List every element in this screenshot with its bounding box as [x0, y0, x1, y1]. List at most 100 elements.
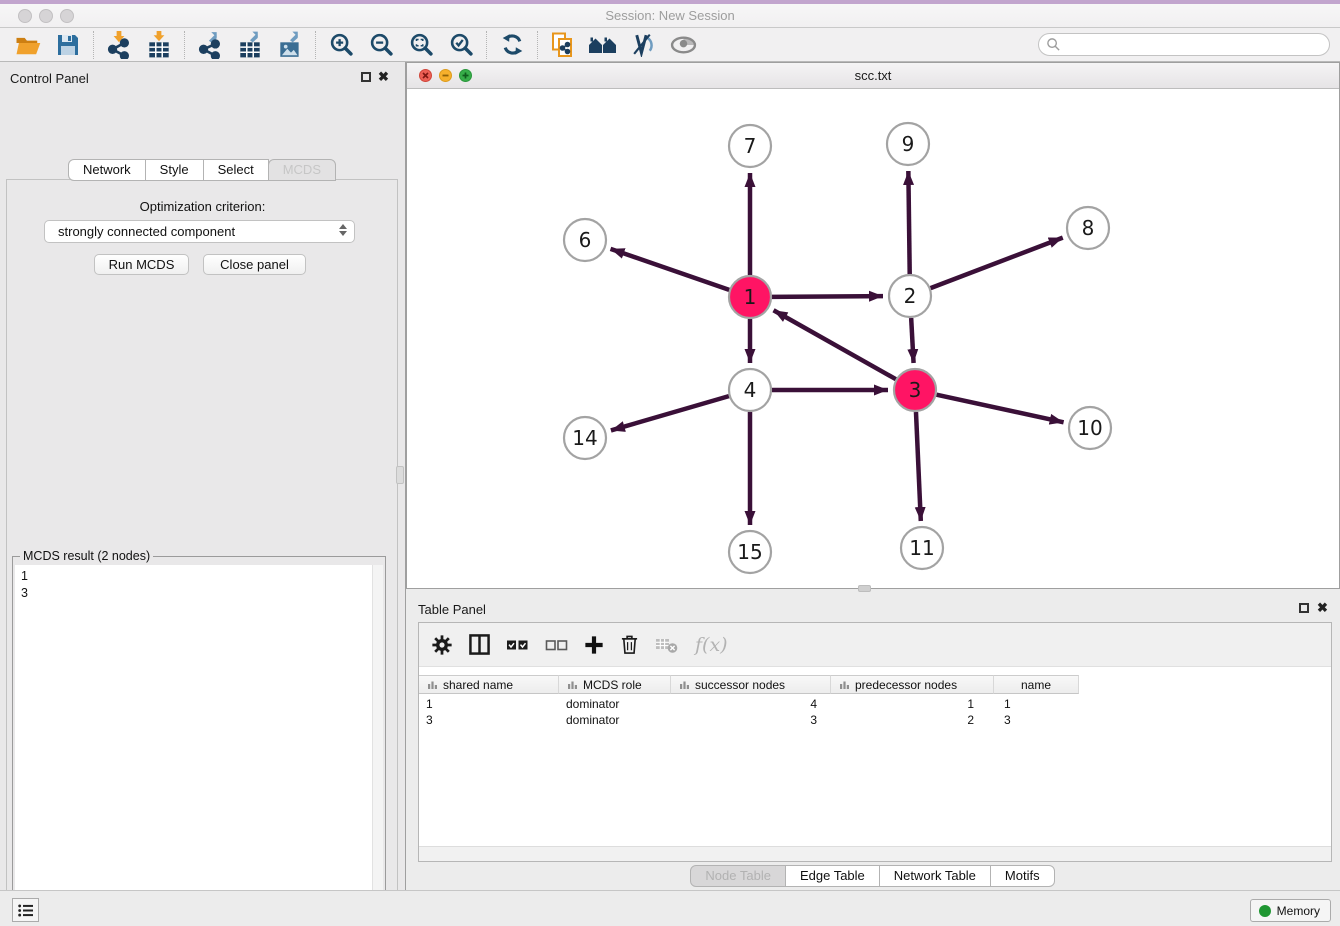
criterion-dropdown[interactable]: strongly connected component [44, 220, 355, 243]
run-mcds-button[interactable]: Run MCDS [94, 254, 189, 275]
cell-name[interactable]: 3 [994, 712, 1079, 728]
node-2[interactable]: 2 [889, 275, 931, 317]
tab-node-table[interactable]: Node Table [690, 865, 786, 887]
cell-successor-nodes[interactable]: 3 [671, 712, 831, 728]
tab-network[interactable]: Network [68, 159, 146, 181]
tab-mcds[interactable]: MCDS [268, 159, 336, 181]
node-15[interactable]: 15 [729, 531, 771, 573]
open-session-icon[interactable] [8, 29, 48, 61]
zoom-selected-icon[interactable] [441, 29, 481, 61]
show-hide-panel-eye-icon[interactable] [663, 29, 703, 61]
network-window-titlebar[interactable]: scc.txt [407, 63, 1339, 89]
optimization-criterion-label: Optimization criterion: [0, 199, 405, 214]
edge-2-3[interactable] [911, 318, 913, 363]
result-scrollbar[interactable] [372, 565, 383, 926]
column-header-name[interactable]: name [994, 675, 1079, 694]
export-table-icon[interactable] [230, 29, 270, 61]
cell-shared-name[interactable]: 1 [419, 696, 559, 712]
cell-mcds-role[interactable]: dominator [559, 696, 671, 712]
control-panel-tabs: Network Style Select MCDS [0, 159, 405, 181]
table-row[interactable]: 3 dominator 3 2 3 [419, 712, 1079, 728]
import-table-icon[interactable] [139, 29, 179, 61]
cell-successor-nodes[interactable]: 4 [671, 696, 831, 712]
node-1[interactable]: 1 [729, 276, 771, 318]
edge-3-1[interactable] [774, 310, 896, 379]
node-6[interactable]: 6 [564, 219, 606, 261]
select-all-rows-icon[interactable] [506, 636, 529, 654]
cell-mcds-role[interactable]: dominator [559, 712, 671, 728]
control-panel-title: Control Panel [10, 71, 89, 86]
refresh-view-icon[interactable] [492, 29, 532, 61]
node-10[interactable]: 10 [1069, 407, 1111, 449]
vertical-splitter-grip[interactable] [396, 466, 404, 484]
edge-4-14[interactable] [611, 396, 729, 430]
import-network-icon[interactable] [99, 29, 139, 61]
delete-table-icon[interactable] [655, 635, 679, 654]
copy-network-icon[interactable] [543, 29, 583, 61]
edge-1-6[interactable] [611, 249, 730, 290]
table-row[interactable]: 1 dominator 4 1 1 [419, 696, 1079, 712]
tab-network-table[interactable]: Network Table [879, 865, 991, 887]
select-columns-icon[interactable] [469, 634, 490, 655]
deselect-all-rows-icon[interactable] [545, 636, 568, 654]
edge-2-8[interactable] [931, 238, 1063, 289]
memory-button[interactable]: Memory [1250, 899, 1331, 922]
zoom-fit-icon[interactable] [401, 29, 441, 61]
node-label: 2 [904, 284, 917, 308]
edge-3-11[interactable] [916, 412, 921, 521]
create-column-plus-icon[interactable] [584, 635, 604, 655]
dropdown-stepper-icon [339, 224, 347, 236]
main-toolbar [0, 28, 1340, 62]
export-network-icon[interactable] [190, 29, 230, 61]
edge-1-2[interactable] [772, 296, 883, 297]
column-header-mcds-role[interactable]: MCDS role [559, 675, 671, 694]
zoom-in-icon[interactable] [321, 29, 361, 61]
delete-column-trash-icon[interactable] [620, 634, 639, 655]
main-titlebar: Session: New Session [0, 4, 1340, 28]
table-horizontal-scrollbar[interactable] [419, 846, 1331, 861]
node-label: 6 [579, 228, 592, 252]
node-3[interactable]: 3 [894, 369, 936, 411]
float-panel-icon[interactable] [361, 72, 371, 82]
tab-edge-table[interactable]: Edge Table [785, 865, 880, 887]
cell-predecessor-nodes[interactable]: 2 [831, 712, 994, 728]
cell-shared-name[interactable]: 3 [419, 712, 559, 728]
function-builder-icon[interactable]: f(x) [695, 634, 728, 656]
column-type-icon [427, 680, 438, 690]
close-panel-icon[interactable]: ✖ [378, 70, 389, 84]
network-window-title: scc.txt [407, 68, 1339, 83]
float-table-panel-icon[interactable] [1299, 603, 1309, 613]
table-settings-gear-icon[interactable] [431, 634, 453, 656]
close-table-panel-icon[interactable]: ✖ [1317, 601, 1328, 615]
horizontal-splitter-grip[interactable] [858, 585, 871, 592]
tab-motifs[interactable]: Motifs [990, 865, 1055, 887]
node-7[interactable]: 7 [729, 125, 771, 167]
column-type-icon [679, 680, 690, 690]
search-input[interactable] [1061, 35, 1329, 54]
node-14[interactable]: 14 [564, 417, 606, 459]
network-canvas[interactable]: 7 9 6 8 1 2 4 3 14 10 15 11 [407, 89, 1339, 588]
column-header-shared-name[interactable]: shared name [419, 675, 559, 694]
show-panels-button[interactable] [12, 898, 39, 922]
node-label: 9 [902, 132, 915, 156]
cybrowser-home-icon[interactable] [583, 29, 623, 61]
cell-name[interactable]: 1 [994, 696, 1079, 712]
node-9[interactable]: 9 [887, 123, 929, 165]
node-11[interactable]: 11 [901, 527, 943, 569]
tab-select[interactable]: Select [203, 159, 269, 181]
mcds-result-textarea[interactable]: 1 3 [15, 565, 383, 926]
cell-predecessor-nodes[interactable]: 1 [831, 696, 994, 712]
tab-style[interactable]: Style [145, 159, 204, 181]
column-header-successor-nodes[interactable]: successor nodes [671, 675, 831, 694]
toggle-graphics-details-icon[interactable] [623, 29, 663, 61]
edge-3-10[interactable] [936, 395, 1063, 423]
zoom-out-icon[interactable] [361, 29, 401, 61]
save-session-icon[interactable] [48, 29, 88, 61]
node-4[interactable]: 4 [729, 369, 771, 411]
node-8[interactable]: 8 [1067, 207, 1109, 249]
close-panel-button[interactable]: Close panel [203, 254, 306, 275]
column-header-predecessor-nodes[interactable]: predecessor nodes [831, 675, 994, 694]
edge-2-9[interactable] [908, 171, 909, 274]
network-canvas-svg[interactable]: 7 9 6 8 1 2 4 3 14 10 15 11 [407, 89, 1339, 588]
export-image-icon[interactable] [270, 29, 310, 61]
